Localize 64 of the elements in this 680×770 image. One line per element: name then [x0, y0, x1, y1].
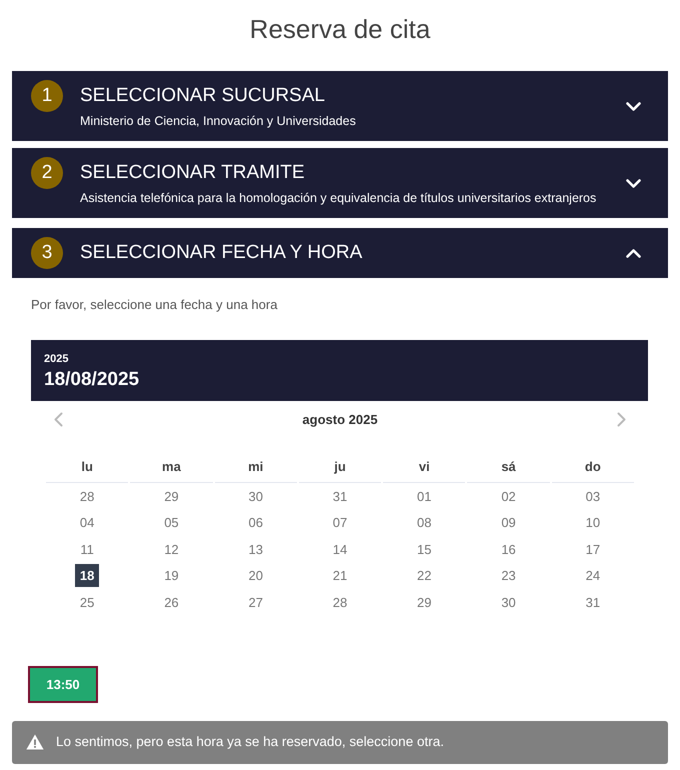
- page-title: Reserva de cita: [250, 14, 430, 44]
- calendar-day[interactable]: 16: [496, 538, 521, 561]
- calendar-day[interactable]: 25: [75, 590, 100, 614]
- calendar-day[interactable]: 06: [244, 511, 268, 534]
- chevron-down-icon[interactable]: [626, 178, 641, 188]
- calendar-day[interactable]: 10: [580, 511, 605, 534]
- weekday-label: sá: [467, 451, 550, 483]
- step-title: SELECCIONAR TRAMITE: [80, 161, 305, 185]
- step-header[interactable]: 2 SELECCIONAR TRAMITE Asistencia telefónica para la homologación y equivalencia de títulos universitarios extranjeros: [12, 148, 668, 218]
- step-title: SELECCIONAR SUCURSAL: [80, 84, 325, 108]
- calendar-day[interactable]: 28: [75, 484, 100, 508]
- calendar-day[interactable]: 07: [328, 511, 352, 534]
- calendar-day[interactable]: 28: [328, 590, 352, 614]
- weekday-label: do: [552, 451, 634, 483]
- weekday-label: mi: [214, 451, 297, 483]
- step-number: 2: [31, 157, 63, 189]
- calendar-day[interactable]: 05: [159, 511, 184, 534]
- alert-message: Lo sentimos, pero esta hora ya se ha reservado, seleccione otra.: [56, 734, 444, 750]
- calendar-day[interactable]: 09: [496, 511, 521, 534]
- step-number: 3: [31, 237, 63, 269]
- calendar-day[interactable]: 27: [244, 590, 268, 614]
- chevron-down-icon[interactable]: [626, 102, 641, 110]
- calendar-day[interactable]: 31: [580, 590, 605, 614]
- calendar-day[interactable]: 29: [412, 590, 436, 614]
- calendar-day[interactable]: 30: [496, 590, 521, 614]
- weekday-label: lu: [46, 451, 128, 483]
- calendar-day[interactable]: 26: [159, 590, 184, 614]
- month-label: agosto 2025: [302, 412, 378, 427]
- instruction-text: Por favor, seleccione una fecha y una hora: [31, 297, 278, 313]
- weekday-label: ju: [298, 451, 382, 483]
- calendar-day[interactable]: 11: [75, 538, 100, 561]
- chevron-up-icon[interactable]: [626, 248, 641, 258]
- step-number: 1: [31, 80, 63, 112]
- calendar-day[interactable]: 03: [580, 484, 605, 508]
- calendar-day[interactable]: 12: [159, 538, 184, 561]
- weekday-label: vi: [383, 451, 466, 483]
- calendar-day[interactable]: 18: [75, 564, 100, 588]
- warning-icon: [26, 734, 44, 750]
- calendar-day[interactable]: 14: [328, 538, 352, 561]
- selected-date: 18/08/2025: [44, 369, 140, 391]
- calendar-day[interactable]: 15: [412, 538, 436, 561]
- calendar-day[interactable]: 19: [159, 564, 184, 588]
- selected-year[interactable]: 2025: [44, 352, 68, 366]
- step-summary: Ministerio de Ciencia, Innovación y Universidades: [80, 113, 356, 129]
- step-title: SELECCIONAR FECHA Y HORA: [80, 241, 362, 265]
- calendar-day[interactable]: 13: [244, 538, 268, 561]
- weekday-label: ma: [130, 451, 213, 483]
- calendar-day[interactable]: 20: [244, 564, 268, 588]
- time-slot-button[interactable]: 13:50: [28, 666, 98, 702]
- calendar-day[interactable]: 02: [496, 484, 521, 508]
- calendar-day[interactable]: 17: [580, 538, 605, 561]
- calendar-day[interactable]: 31: [328, 484, 352, 508]
- calendar-day[interactable]: 21: [328, 564, 352, 588]
- calendar-day[interactable]: 30: [244, 484, 268, 508]
- calendar-day[interactable]: 08: [412, 511, 436, 534]
- step-summary: Asistencia telefónica para la homologación y equivalencia de títulos universitarios extranjeros: [80, 190, 596, 206]
- calendar-day[interactable]: 23: [496, 564, 521, 588]
- step-header[interactable]: 1 SELECCIONAR SUCURSAL Ministerio de Ciencia, Innovación y Universidades: [12, 71, 668, 141]
- calendar-day[interactable]: 29: [159, 484, 184, 508]
- calendar-day[interactable]: 22: [412, 564, 436, 588]
- calendar-day[interactable]: 04: [75, 511, 100, 534]
- calendar-day[interactable]: 24: [580, 564, 605, 588]
- step-header[interactable]: 3 SELECCIONAR FECHA Y HORA: [12, 228, 668, 278]
- calendar-day[interactable]: 01: [412, 484, 436, 508]
